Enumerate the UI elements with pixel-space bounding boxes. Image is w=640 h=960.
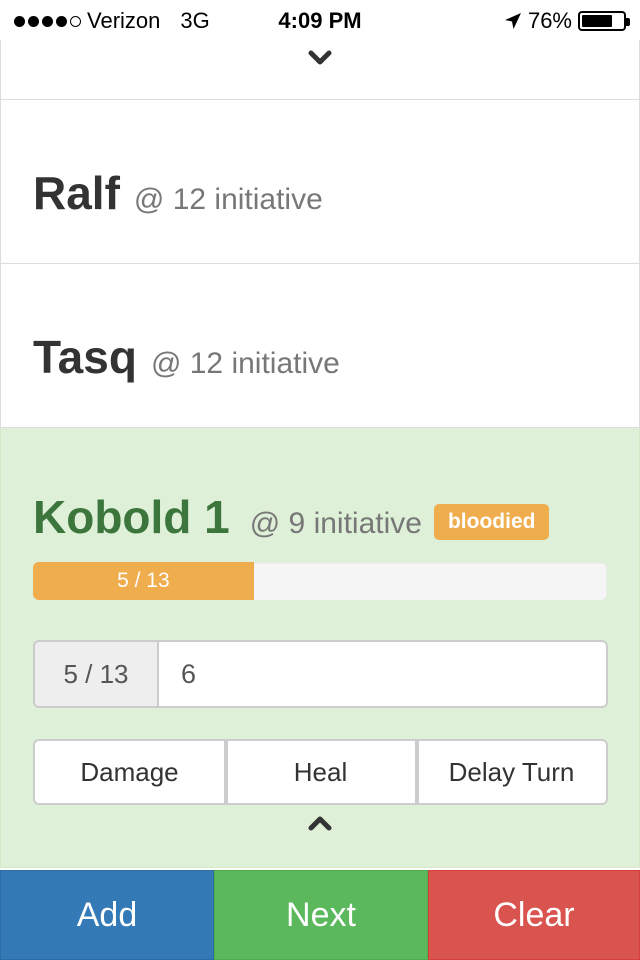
hp-addon: 5 / 13 [33, 640, 157, 708]
delay-turn-button[interactable]: Delay Turn [417, 739, 608, 805]
status-badge: bloodied [433, 504, 550, 540]
location-arrow-icon [504, 13, 521, 29]
hp-progress-bar: 5 / 13 [33, 562, 607, 600]
combatant-initiative: @ 12 initiative [133, 183, 323, 216]
hp-input-group: 5 / 13 [33, 640, 608, 708]
next-button[interactable]: Next [214, 870, 428, 960]
battery-percent: 76% [527, 8, 572, 33]
collapse-toggle-top[interactable] [0, 40, 640, 100]
chevron-down-icon[interactable] [308, 50, 332, 66]
heal-button[interactable]: Heal [226, 739, 417, 805]
combatant-name-wrap: Ralf @ 12 initiative [33, 166, 323, 220]
combatant-initiative: @ 12 initiative [150, 347, 340, 380]
damage-button[interactable]: Damage [33, 739, 226, 805]
combatant-row-ralf[interactable]: Ralf @ 12 initiative [0, 100, 640, 264]
status-right: 76% [504, 8, 630, 34]
add-button[interactable]: Add [0, 870, 214, 960]
chevron-up-icon[interactable] [308, 815, 332, 831]
status-bar: Verizon 3G 4:09 PM 76% [0, 0, 640, 40]
clear-button[interactable]: Clear [428, 870, 640, 960]
combatant-name-wrap: Tasq @ 12 initiative [33, 330, 340, 384]
action-button-group: Damage Heal Delay Turn [33, 739, 608, 805]
active-combatant-initiative: @ 9 initiative [249, 507, 422, 540]
battery-level [582, 15, 613, 27]
combatant-row-tasq[interactable]: Tasq @ 12 initiative [0, 264, 640, 428]
combatant-name: Tasq [33, 331, 137, 383]
active-combatant-name: Kobold 1 [33, 491, 230, 543]
battery-icon [578, 11, 630, 31]
combatant-name: Ralf [33, 167, 120, 219]
combatant-list: Ralf @ 12 initiative Tasq @ 12 initiative … [0, 40, 640, 868]
hp-progress-fill: 5 / 13 [33, 562, 254, 600]
active-combatant-header: Kobold 1 @ 9 initiative bloodied [33, 490, 550, 545]
battery-tip [626, 18, 630, 26]
footer-nav: Add Next Clear [0, 870, 640, 960]
active-combatant-panel: Kobold 1 @ 9 initiative bloodied 5 / 13 … [0, 428, 640, 868]
amount-input[interactable] [157, 640, 608, 708]
